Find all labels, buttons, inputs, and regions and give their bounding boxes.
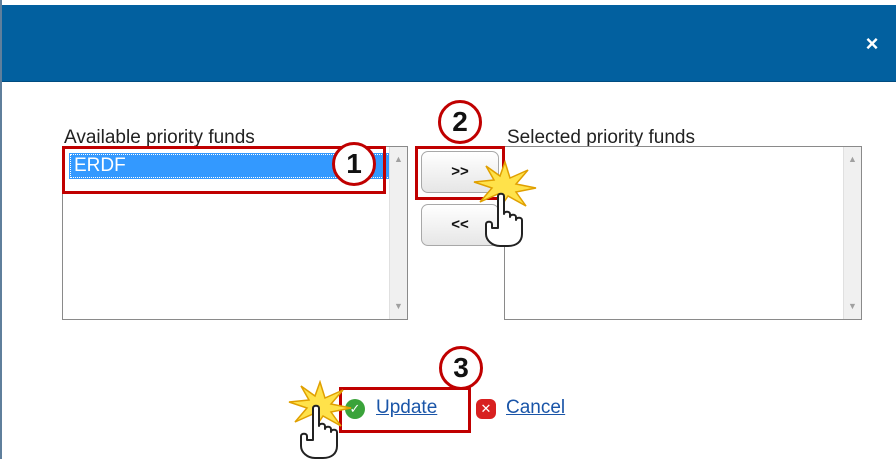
scroll-down-icon[interactable]: ▼ xyxy=(390,298,407,315)
scroll-up-icon[interactable]: ▲ xyxy=(390,151,407,168)
priority-funds-dialog: × Available priority funds ERDF ▲ ▼ >> <… xyxy=(0,0,896,459)
close-icon[interactable]: × xyxy=(860,32,884,56)
hand-pointer-icon xyxy=(485,192,523,247)
step-badge: 2 xyxy=(438,100,482,144)
cancel-link[interactable]: Cancel xyxy=(506,397,565,419)
selected-funds-listbox[interactable]: ▲ ▼ xyxy=(504,146,862,320)
x-circle-icon: ✕ xyxy=(476,399,496,419)
selected-scrollbar[interactable]: ▲ ▼ xyxy=(843,147,861,319)
hand-pointer-icon xyxy=(300,404,338,459)
step-badge: 1 xyxy=(332,142,376,186)
step-badge: 3 xyxy=(439,346,483,390)
dialog-titlebar: × xyxy=(2,5,896,82)
step-3-highlight xyxy=(339,387,471,433)
scroll-down-icon[interactable]: ▼ xyxy=(844,298,861,315)
available-scrollbar[interactable]: ▲ ▼ xyxy=(389,147,407,319)
scroll-up-icon[interactable]: ▲ xyxy=(844,151,861,168)
